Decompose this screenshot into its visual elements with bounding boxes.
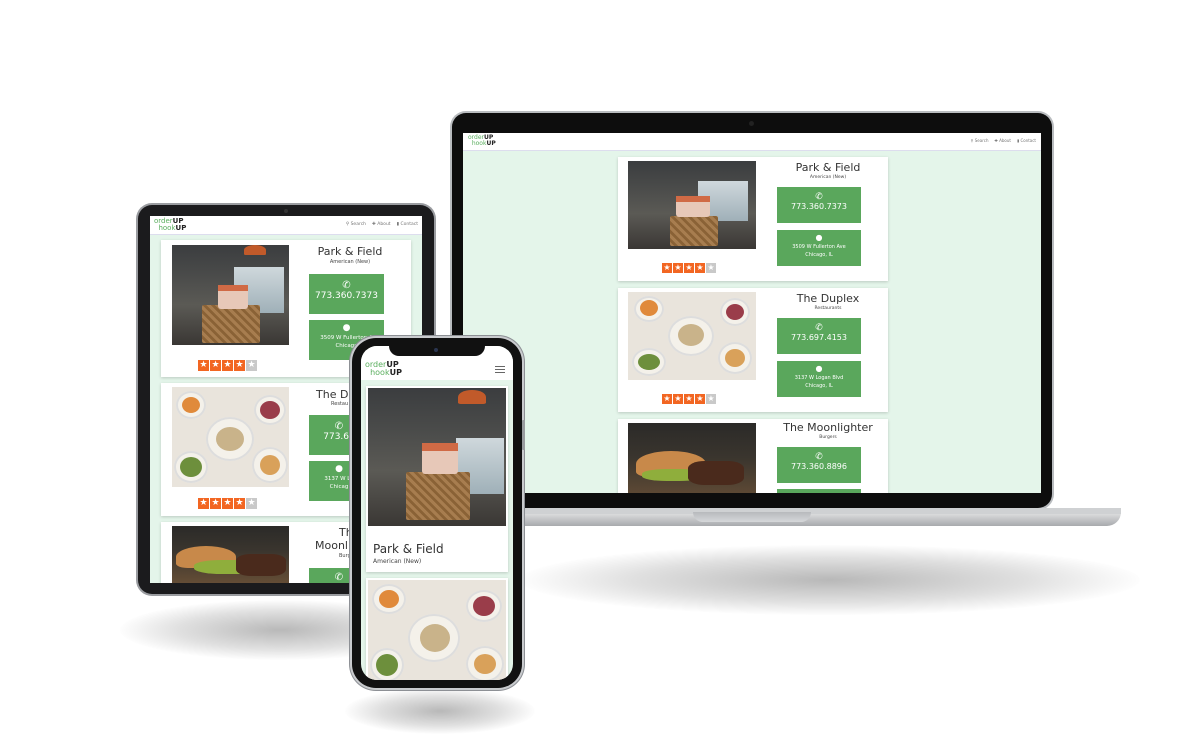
phone-card-park-field[interactable]: Park & Field American (New) [366,386,508,572]
restaurant-name[interactable]: The Moonlighter [768,421,888,434]
hamburger-menu-icon[interactable] [495,366,505,373]
phone-button[interactable]: ✆ 773.697.4153 [777,318,861,354]
restaurant-photo [628,423,756,493]
star-rating: ★ ★ ★ ★ ★ [198,498,257,509]
nav-about-link[interactable]: ✚ About [995,138,1011,143]
star-icon: ★ [673,263,683,273]
phone-icon: ✆ [815,192,823,202]
nav-contact-link[interactable]: ▮ Contact [1017,138,1036,143]
laptop-logo[interactable]: orderUP hookUP [468,135,496,147]
map-pin-icon: ● [342,323,351,333]
star-icon: ★ [695,394,705,404]
laptop-card-duplex[interactable]: The Duplex Restaurants ✆ 773.697.4153 ● … [618,288,888,412]
tablet-nav-links: ⚲ Search ✚ About ▮ Contact [346,222,418,227]
map-pin-icon: ● [815,233,823,242]
star-icon: ★ [210,498,221,509]
address-button[interactable]: ● 3509 W Fullerton Ave Chicago, IL [777,230,861,266]
phone-side-button [522,420,525,450]
star-icon: ★ [210,360,221,371]
nav-contact-link[interactable]: ▮ Contact [397,222,418,227]
phone-icon: ✆ [815,323,823,333]
star-rating: ★ ★ ★ ★ ★ [198,360,257,371]
laptop-card-park-field[interactable]: Park & Field American (New) ✆ 773.360.73… [618,157,888,281]
laptop-card-moonlighter[interactable]: The Moonlighter Burgers ✆ 773.360.8896 [618,419,888,493]
restaurant-category: Restaurants [814,306,842,311]
restaurant-photo [172,526,289,583]
phone-logo[interactable]: orderUP hookUP [365,361,402,377]
star-icon: ★ [662,394,672,404]
star-icon: ★ [662,263,672,273]
restaurant-photo [172,387,289,487]
star-empty-icon: ★ [706,394,716,404]
address-button[interactable] [777,489,861,493]
phone-icon: ✆ [815,452,823,462]
star-icon: ★ [198,360,209,371]
star-icon: ★ [234,498,245,509]
restaurant-name[interactable]: Park & Field [768,161,888,174]
tablet-navbar: orderUP hookUP ⚲ Search ✚ About ▮ Contac… [150,216,422,235]
star-icon: ★ [673,394,683,404]
phone-screen: orderUP hookUP Park & Field American (Ne… [361,346,513,680]
restaurant-category: American (New) [329,259,371,265]
star-empty-icon: ★ [706,263,716,273]
phone-icon: ✆ [342,280,351,291]
star-empty-icon: ★ [246,498,257,509]
restaurant-photo [368,388,506,526]
star-icon: ★ [222,360,233,371]
restaurant-category: American (New) [809,175,847,180]
star-icon: ★ [198,498,209,509]
star-icon: ★ [684,394,694,404]
laptop-hinge-notch [693,512,811,522]
star-icon: ★ [234,360,245,371]
nav-about-link[interactable]: ✚ About [372,222,391,227]
tablet-camera [284,209,288,213]
laptop-shadow [520,545,1140,615]
restaurant-category: Burgers [819,435,837,440]
restaurant-category: American (New) [373,558,422,565]
star-rating: ★ ★ ★ ★ ★ [662,394,716,404]
restaurant-photo [628,292,756,380]
map-pin-icon: ● [815,364,823,373]
tablet-logo[interactable]: orderUP hookUP [154,218,186,232]
star-icon: ★ [695,263,705,273]
laptop-screen: orderUP hookUP ⚲ Search ✚ About ▮ Contac… [463,133,1041,493]
phone-button[interactable]: ✆ 773.360.7373 [309,274,384,314]
restaurant-name[interactable]: Park & Field [373,542,503,556]
nav-search-link[interactable]: ⚲ Search [971,138,989,143]
laptop-nav-links: ⚲ Search ✚ About ▮ Contact [971,138,1036,143]
restaurant-photo [368,580,506,680]
phone-card-duplex[interactable] [366,578,508,680]
laptop-navbar: orderUP hookUP ⚲ Search ✚ About ▮ Contac… [463,133,1041,151]
restaurant-name[interactable]: The Duplex [768,292,888,305]
laptop-camera [749,121,754,126]
star-icon: ★ [684,263,694,273]
star-empty-icon: ★ [246,360,257,371]
phone-button[interactable]: ✆ 773.360.7373 [777,187,861,223]
star-rating: ★ ★ ★ ★ ★ [662,263,716,273]
star-icon: ★ [222,498,233,509]
phone-camera [434,348,438,352]
phone-shadow [345,688,535,734]
nav-search-link[interactable]: ⚲ Search [346,222,366,227]
phone-button[interactable]: ✆ 773.360.8896 [777,447,861,483]
restaurant-photo [628,161,756,249]
restaurant-name[interactable]: Park & Field [294,245,406,258]
restaurant-photo [172,245,289,345]
address-button[interactable]: ● 3137 W Logan Blvd Chicago, IL [777,361,861,397]
